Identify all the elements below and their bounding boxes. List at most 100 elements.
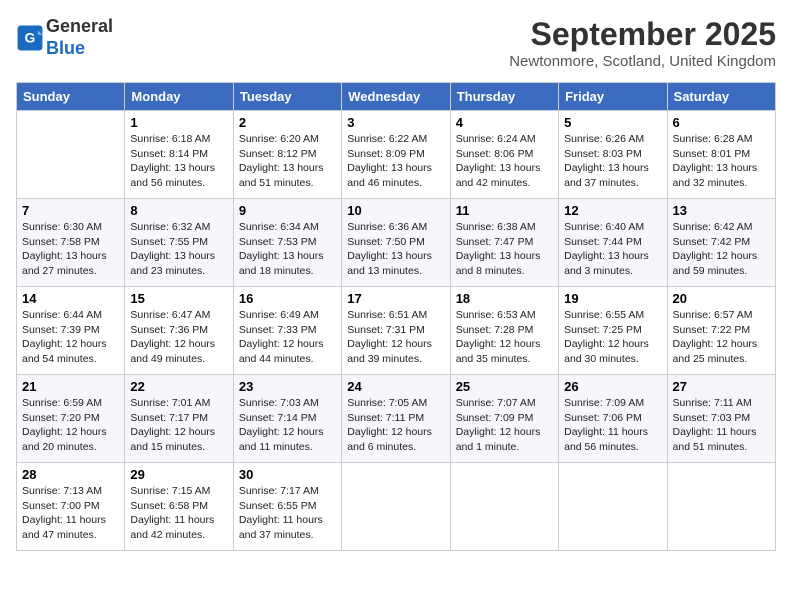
day-info: Sunrise: 7:09 AMSunset: 7:06 PMDaylight:…	[564, 396, 661, 455]
month-title: September 2025	[509, 16, 776, 53]
day-info: Sunrise: 6:38 AMSunset: 7:47 PMDaylight:…	[456, 220, 553, 279]
day-number: 5	[564, 115, 661, 130]
day-cell	[342, 463, 450, 551]
day-info: Sunrise: 6:44 AMSunset: 7:39 PMDaylight:…	[22, 308, 119, 367]
day-info: Sunrise: 6:32 AMSunset: 7:55 PMDaylight:…	[130, 220, 227, 279]
day-number: 8	[130, 203, 227, 218]
weekday-header-monday: Monday	[125, 83, 233, 111]
day-info: Sunrise: 6:28 AMSunset: 8:01 PMDaylight:…	[673, 132, 770, 191]
svg-text:G: G	[25, 29, 36, 45]
day-number: 3	[347, 115, 444, 130]
day-info: Sunrise: 6:53 AMSunset: 7:28 PMDaylight:…	[456, 308, 553, 367]
day-cell: 27 Sunrise: 7:11 AMSunset: 7:03 PMDayligh…	[667, 375, 775, 463]
day-number: 7	[22, 203, 119, 218]
day-cell: 6 Sunrise: 6:28 AMSunset: 8:01 PMDaylight…	[667, 111, 775, 199]
day-number: 17	[347, 291, 444, 306]
weekday-header-saturday: Saturday	[667, 83, 775, 111]
day-cell: 2Sunrise: 6:20 AMSunset: 8:12 PMDaylight…	[233, 111, 341, 199]
week-row-3: 14 Sunrise: 6:44 AMSunset: 7:39 PMDayligh…	[17, 287, 776, 375]
day-cell: 29Sunrise: 7:15 AMSunset: 6:58 PMDayligh…	[125, 463, 233, 551]
day-cell	[559, 463, 667, 551]
day-cell: 25 Sunrise: 7:07 AMSunset: 7:09 PMDayligh…	[450, 375, 558, 463]
day-number: 6	[673, 115, 770, 130]
week-row-5: 28Sunrise: 7:13 AMSunset: 7:00 PMDayligh…	[17, 463, 776, 551]
day-info: Sunrise: 7:07 AMSunset: 7:09 PMDaylight:…	[456, 396, 553, 455]
day-info: Sunrise: 6:40 AMSunset: 7:44 PMDaylight:…	[564, 220, 661, 279]
day-cell: 26 Sunrise: 7:09 AMSunset: 7:06 PMDayligh…	[559, 375, 667, 463]
day-info: Sunrise: 6:51 AMSunset: 7:31 PMDaylight:…	[347, 308, 444, 367]
weekday-header-row: SundayMondayTuesdayWednesdayThursdayFrid…	[17, 83, 776, 111]
day-info: Sunrise: 7:01 AMSunset: 7:17 PMDaylight:…	[130, 396, 227, 455]
logo-line2: Blue	[46, 38, 113, 60]
day-cell: 20Sunrise: 6:57 AMSunset: 7:22 PMDayligh…	[667, 287, 775, 375]
day-cell: 5 Sunrise: 6:26 AMSunset: 8:03 PMDaylight…	[559, 111, 667, 199]
day-info: Sunrise: 6:26 AMSunset: 8:03 PMDaylight:…	[564, 132, 661, 191]
day-cell: 18Sunrise: 6:53 AMSunset: 7:28 PMDayligh…	[450, 287, 558, 375]
day-cell: 15 Sunrise: 6:47 AMSunset: 7:36 PMDayligh…	[125, 287, 233, 375]
day-cell: 30Sunrise: 7:17 AMSunset: 6:55 PMDayligh…	[233, 463, 341, 551]
day-cell: 10Sunrise: 6:36 AMSunset: 7:50 PMDayligh…	[342, 199, 450, 287]
day-info: Sunrise: 6:22 AMSunset: 8:09 PMDaylight:…	[347, 132, 444, 191]
day-info: Sunrise: 6:42 AMSunset: 7:42 PMDaylight:…	[673, 220, 770, 279]
day-number: 16	[239, 291, 336, 306]
weekday-header-tuesday: Tuesday	[233, 83, 341, 111]
day-cell: 11 Sunrise: 6:38 AMSunset: 7:47 PMDayligh…	[450, 199, 558, 287]
day-info: Sunrise: 6:24 AMSunset: 8:06 PMDaylight:…	[456, 132, 553, 191]
weekday-header-sunday: Sunday	[17, 83, 125, 111]
day-number: 29	[130, 467, 227, 482]
week-row-1: 1 Sunrise: 6:18 AMSunset: 8:14 PMDaylight…	[17, 111, 776, 199]
day-number: 21	[22, 379, 119, 394]
day-info: Sunrise: 7:13 AMSunset: 7:00 PMDaylight:…	[22, 484, 119, 543]
day-number: 15	[130, 291, 227, 306]
day-number: 26	[564, 379, 661, 394]
day-number: 13	[673, 203, 770, 218]
day-number: 19	[564, 291, 661, 306]
day-cell: 7Sunrise: 6:30 AMSunset: 7:58 PMDaylight…	[17, 199, 125, 287]
day-number: 25	[456, 379, 553, 394]
day-cell: 23 Sunrise: 7:03 AMSunset: 7:14 PMDayligh…	[233, 375, 341, 463]
day-number: 9	[239, 203, 336, 218]
day-info: Sunrise: 6:36 AMSunset: 7:50 PMDaylight:…	[347, 220, 444, 279]
title-block: September 2025 Newtonmore, Scotland, Uni…	[509, 16, 776, 70]
day-info: Sunrise: 6:47 AMSunset: 7:36 PMDaylight:…	[130, 308, 227, 367]
logo-icon: G	[16, 24, 44, 52]
day-info: Sunrise: 6:18 AMSunset: 8:14 PMDaylight:…	[130, 132, 227, 191]
day-cell: 22 Sunrise: 7:01 AMSunset: 7:17 PMDayligh…	[125, 375, 233, 463]
logo: G General Blue	[16, 16, 113, 59]
day-number: 1	[130, 115, 227, 130]
day-number: 14	[22, 291, 119, 306]
day-cell: 8 Sunrise: 6:32 AMSunset: 7:55 PMDaylight…	[125, 199, 233, 287]
day-cell: 9 Sunrise: 6:34 AMSunset: 7:53 PMDaylight…	[233, 199, 341, 287]
day-cell: 14 Sunrise: 6:44 AMSunset: 7:39 PMDayligh…	[17, 287, 125, 375]
day-info: Sunrise: 6:34 AMSunset: 7:53 PMDaylight:…	[239, 220, 336, 279]
calendar-table: SundayMondayTuesdayWednesdayThursdayFrid…	[16, 82, 776, 551]
weekday-header-friday: Friday	[559, 83, 667, 111]
weekday-header-thursday: Thursday	[450, 83, 558, 111]
day-info: Sunrise: 7:03 AMSunset: 7:14 PMDaylight:…	[239, 396, 336, 455]
day-number: 2	[239, 115, 336, 130]
day-cell: 4 Sunrise: 6:24 AMSunset: 8:06 PMDaylight…	[450, 111, 558, 199]
day-cell	[667, 463, 775, 551]
day-info: Sunrise: 6:59 AMSunset: 7:20 PMDaylight:…	[22, 396, 119, 455]
day-cell: 24 Sunrise: 7:05 AMSunset: 7:11 PMDayligh…	[342, 375, 450, 463]
day-number: 30	[239, 467, 336, 482]
day-number: 4	[456, 115, 553, 130]
day-number: 11	[456, 203, 553, 218]
day-number: 24	[347, 379, 444, 394]
location: Newtonmore, Scotland, United Kingdom	[509, 53, 776, 70]
day-number: 12	[564, 203, 661, 218]
day-info: Sunrise: 7:11 AMSunset: 7:03 PMDaylight:…	[673, 396, 770, 455]
logo-line1: General	[46, 16, 113, 38]
day-cell: 1 Sunrise: 6:18 AMSunset: 8:14 PMDaylight…	[125, 111, 233, 199]
day-cell: 16 Sunrise: 6:49 AMSunset: 7:33 PMDayligh…	[233, 287, 341, 375]
day-cell: 3 Sunrise: 6:22 AMSunset: 8:09 PMDaylight…	[342, 111, 450, 199]
week-row-4: 21 Sunrise: 6:59 AMSunset: 7:20 PMDayligh…	[17, 375, 776, 463]
day-cell: 12 Sunrise: 6:40 AMSunset: 7:44 PMDayligh…	[559, 199, 667, 287]
day-info: Sunrise: 6:49 AMSunset: 7:33 PMDaylight:…	[239, 308, 336, 367]
day-info: Sunrise: 6:57 AMSunset: 7:22 PMDaylight:…	[673, 308, 770, 367]
day-cell	[17, 111, 125, 199]
day-number: 22	[130, 379, 227, 394]
day-info: Sunrise: 7:05 AMSunset: 7:11 PMDaylight:…	[347, 396, 444, 455]
day-number: 27	[673, 379, 770, 394]
day-number: 23	[239, 379, 336, 394]
